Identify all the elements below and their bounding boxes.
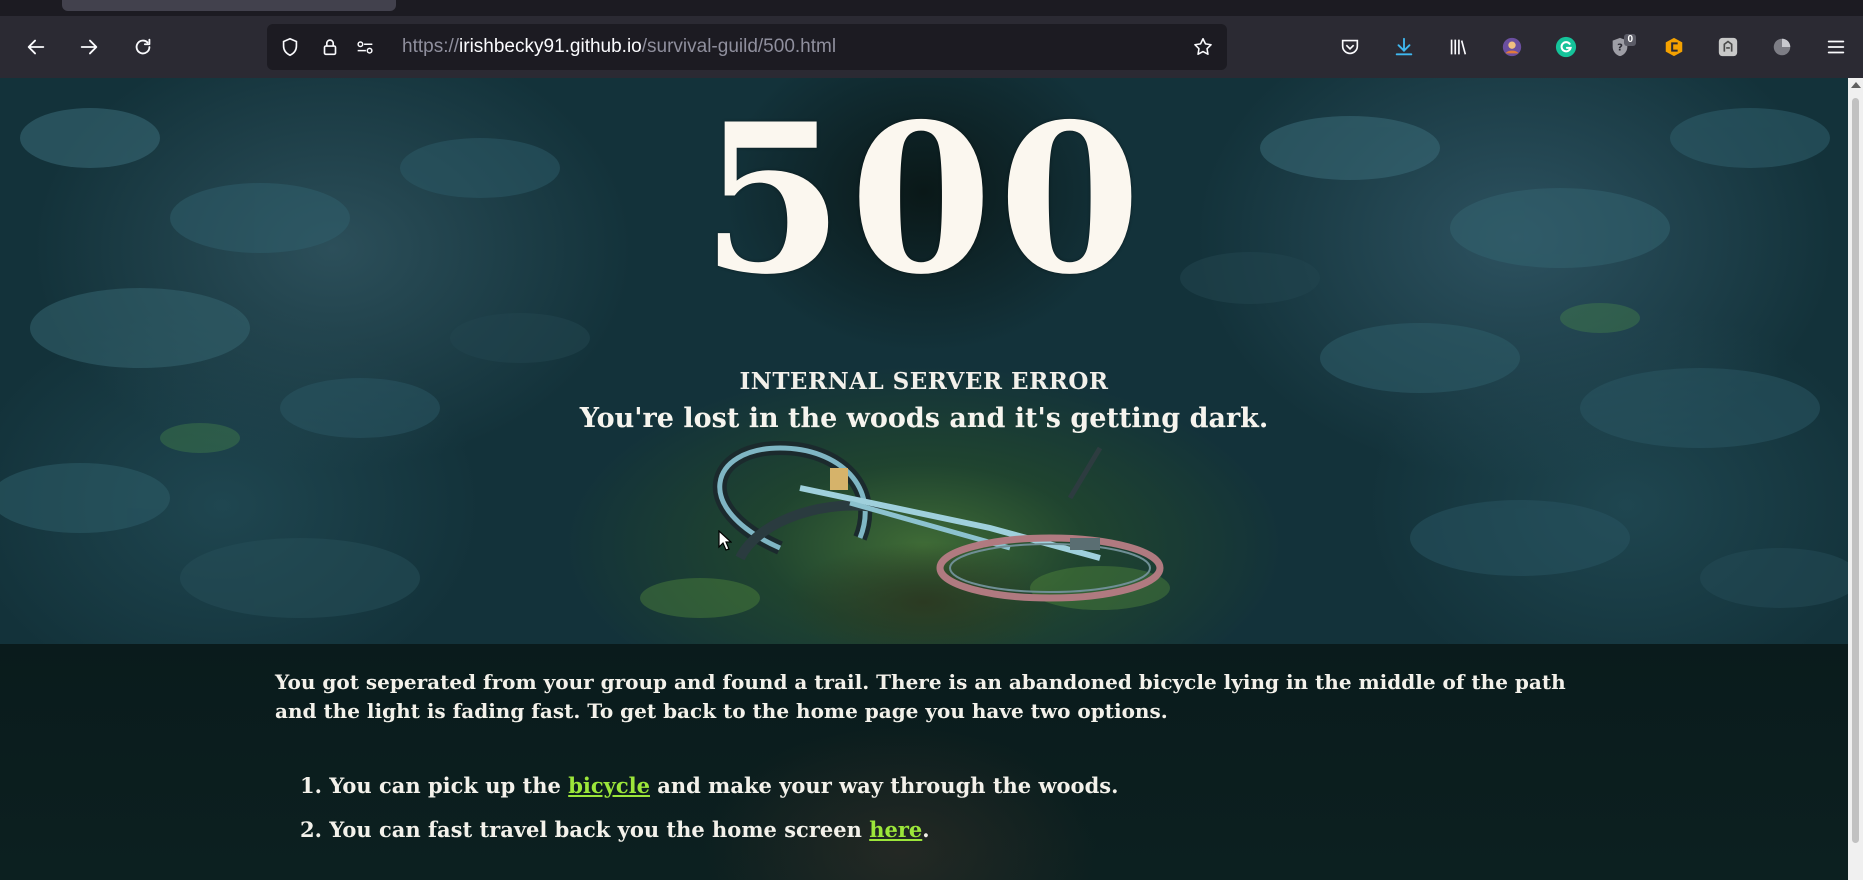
url-host: irishbecky91.github.io [459,36,642,57]
svg-text:?: ? [1617,43,1623,54]
options-list: 1. You can pick up the bicycle and make … [300,764,1118,852]
option-text: . [922,817,930,842]
library-button[interactable] [1440,30,1476,64]
bookmark-star-icon[interactable] [1192,36,1214,58]
bicycle-image [713,440,1164,602]
downloads-button[interactable] [1386,30,1422,64]
lock-icon[interactable] [319,36,341,58]
option-item: 1. You can pick up the bicycle and make … [300,764,1118,808]
url-text[interactable]: https://irishbecky91.github.io/survival-… [402,36,836,58]
option-number: 1. [300,773,322,798]
error-title: INTERNAL SERVER ERROR [739,368,1109,395]
active-tab[interactable] [62,0,396,11]
extension-pie-icon [1773,38,1791,56]
page-viewport: 500 INTERNAL SERVER ERROR You're lost in… [0,78,1848,880]
scrollbar-thumb[interactable] [1852,98,1859,843]
bicycle-link[interactable]: bicycle [568,773,650,798]
downloads-icon [1395,37,1413,56]
back-button[interactable] [18,30,54,64]
back-icon [27,39,45,55]
forward-button[interactable] [71,30,107,64]
option-text: You can pick up the [329,773,561,798]
error-code-heading: 500 [701,80,1147,320]
grammarly-icon [1555,36,1577,58]
reload-icon [135,38,151,55]
extension-orange-button[interactable] [1656,30,1692,64]
content-section: You got seperated from your group and fo… [0,644,1848,880]
intro-paragraph: You got seperated from your group and fo… [275,670,1566,723]
extension-gray-icon [1718,37,1738,57]
reload-button[interactable] [125,30,161,64]
error-subtitle: You're lost in the woods and it's gettin… [579,403,1269,434]
menu-button[interactable] [1818,30,1854,64]
home-link[interactable]: here [869,817,922,842]
tab-strip [0,0,1863,16]
extension-gray-button[interactable] [1710,30,1746,64]
url-scheme: https:// [402,36,460,57]
browser-toolbar: https://irishbecky91.github.io/survival-… [0,16,1863,78]
menu-icon [1827,40,1845,54]
forward-icon [80,39,98,55]
mouse-cursor-icon [718,530,732,551]
scroll-up-arrow-icon[interactable] [1851,82,1861,88]
extension-badge-count: 0 [1624,34,1636,46]
address-bar[interactable]: https://irishbecky91.github.io/survival-… [267,24,1227,70]
grammarly-button[interactable] [1548,30,1584,64]
extension-pie-button[interactable] [1764,30,1800,64]
forest-background-image: 500 INTERNAL SERVER ERROR You're lost in… [0,78,1848,648]
library-icon [1450,39,1467,55]
permissions-icon[interactable] [354,36,376,58]
pocket-button[interactable] [1332,30,1368,64]
option-item: 2. You can fast travel back you the home… [300,808,1118,852]
privacy-badger-button[interactable]: ? 0 [1602,30,1638,64]
page-scrollbar[interactable] [1848,78,1863,880]
option-number: 2. [300,817,322,842]
pocket-icon [1341,39,1359,55]
option-text: You can fast travel back you the home sc… [329,817,862,842]
extension-orange-icon [1665,37,1683,57]
option-text: and make your way through the woods. [657,773,1119,798]
extension-avatar-button[interactable] [1494,30,1530,64]
url-path: /survival-guild/500.html [641,36,837,57]
extension-avatar-icon [1502,37,1522,57]
shield-icon[interactable] [279,36,301,58]
